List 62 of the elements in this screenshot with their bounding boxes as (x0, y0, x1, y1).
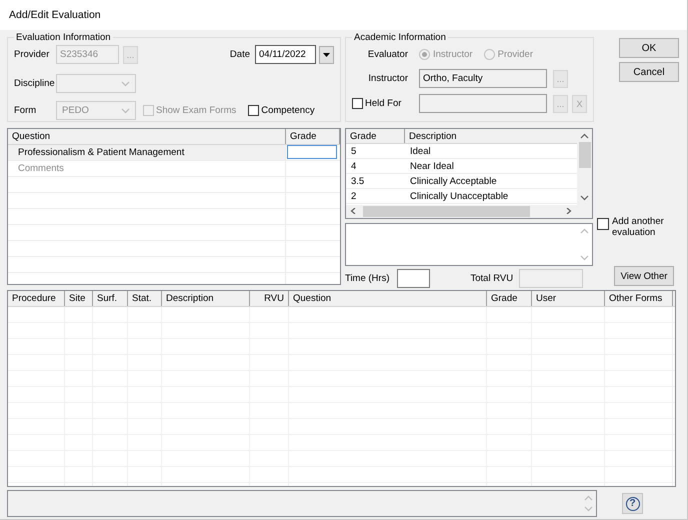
table-cell-text: 3.5 (350, 174, 366, 188)
dialog-button[interactable]: OK (619, 38, 679, 58)
table-cell-text: Ideal (409, 144, 431, 158)
grade-field[interactable] (287, 145, 337, 159)
field-label: Form (14, 105, 38, 116)
column-header[interactable]: User (532, 291, 605, 306)
radio-label: Instructor (433, 49, 473, 60)
column-header[interactable]: Surf. (93, 291, 128, 306)
group-title: Academic Information (353, 32, 447, 43)
question-row[interactable]: Professionalism & Patient Management (8, 145, 340, 161)
field-label: Total RVU (470, 273, 514, 284)
column-header[interactable]: Grade (286, 129, 340, 144)
horizontal-scrollbar[interactable] (346, 204, 577, 218)
table-cell-text: 4 (350, 160, 358, 173)
table-cell-text: Clinically Acceptable (409, 174, 497, 188)
column-header[interactable]: Description (162, 291, 250, 306)
column-header[interactable]: Procedure (8, 291, 65, 306)
instructor-field[interactable]: Ortho, Faculty (419, 69, 547, 88)
help-button[interactable]: ? (622, 493, 643, 514)
question-text: Professionalism & Patient Management (8, 145, 286, 160)
question-text: Comments (8, 161, 286, 176)
column-header[interactable]: Grade (487, 291, 532, 306)
field-label: Time (Hrs) (345, 273, 390, 284)
checkbox-label: Show Exam Forms (156, 105, 236, 116)
checkbox-label: Competency (261, 105, 315, 116)
dropdown-value: PEDO (62, 105, 90, 116)
group-title: Evaluation Information (15, 32, 112, 43)
checkbox[interactable] (352, 98, 363, 109)
column-header[interactable]: Other Forms (605, 291, 673, 306)
dialog-button[interactable]: Cancel (619, 62, 679, 82)
chevron-up-icon[interactable] (580, 133, 589, 139)
caret-icon (323, 52, 330, 56)
dropdown-button[interactable] (319, 46, 334, 64)
date-field[interactable]: 04/11/2022 (255, 45, 316, 64)
table-cell-text: Near Ideal (409, 160, 454, 173)
table-cell-text: Clinically Unacceptable (409, 190, 508, 203)
radio-label: Provider (498, 49, 533, 60)
column-header[interactable]: Description (405, 129, 577, 143)
held-for-field[interactable] (419, 94, 547, 113)
chevron-down-icon[interactable] (580, 194, 589, 201)
time-field[interactable] (396, 269, 430, 288)
column-header[interactable]: Grade (346, 129, 405, 143)
vertical-scrollbar[interactable] (577, 129, 592, 205)
column-header[interactable]: Stat. (128, 291, 162, 306)
field-label: Discipline (14, 78, 56, 89)
checkbox-label: Add another evaluation (612, 216, 665, 238)
column-header[interactable]: Question (8, 129, 286, 144)
table-cell-text: 2 (350, 190, 358, 203)
column-header[interactable]: Question (289, 291, 487, 306)
checkbox[interactable] (597, 218, 609, 230)
table-cell-text: 5 (350, 144, 358, 158)
window-title: Add/Edit Evaluation (9, 9, 101, 21)
field-label: Date (230, 49, 250, 60)
column-header[interactable]: RVU (250, 291, 289, 306)
checkbox[interactable] (248, 105, 260, 116)
column-header[interactable]: Site (65, 291, 93, 306)
field-label: Instructor (367, 73, 408, 84)
checkbox-label: Held For (365, 98, 402, 109)
field-label: Evaluator (366, 49, 408, 60)
field-label: Provider (14, 49, 50, 60)
chevron-right-icon[interactable] (564, 208, 573, 214)
view-other-button[interactable]: View Other (614, 266, 674, 286)
